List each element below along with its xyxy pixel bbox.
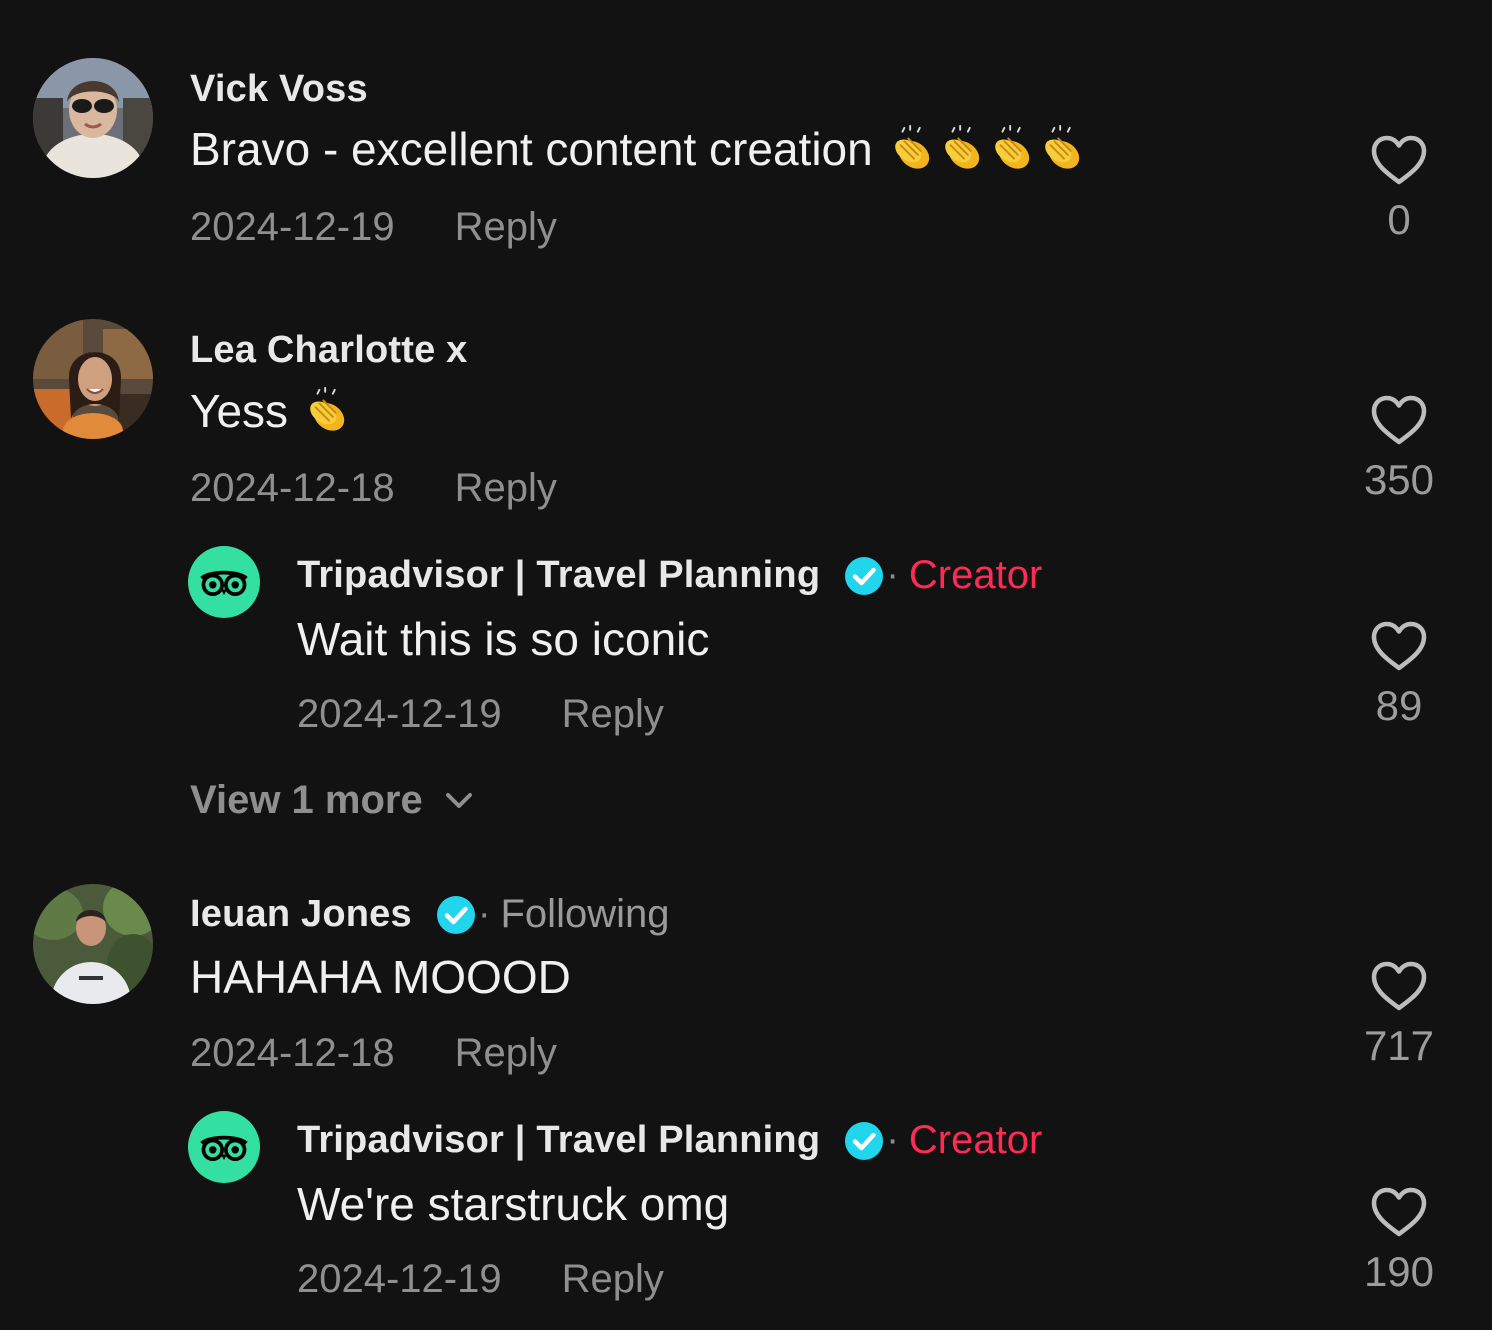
like-control: 350 [1340, 394, 1458, 504]
like-control: 0 [1340, 134, 1458, 244]
clapping-emoji-group [304, 387, 354, 435]
avatar[interactable] [33, 319, 153, 439]
reply-button[interactable]: Reply [455, 466, 557, 511]
heart-icon[interactable] [1370, 620, 1428, 672]
comment-text: Bravo - excellent content creation [190, 122, 1089, 176]
tripadvisor-owl-icon [196, 563, 252, 601]
chevron-down-icon [445, 792, 473, 810]
reply-button[interactable]: Reply [455, 1031, 557, 1076]
username[interactable]: Vick Voss [190, 68, 368, 111]
comment-text: We're starstruck omg [297, 1177, 729, 1231]
comment-body: Yess [190, 385, 289, 437]
username-row: Tripadvisor | Travel Planning · Creator [297, 553, 1042, 598]
view-more-replies-button[interactable]: View 1 more [190, 778, 473, 823]
comment-date: 2024-12-18 [190, 1031, 395, 1075]
heart-icon[interactable] [1370, 960, 1428, 1012]
like-count: 0 [1387, 196, 1411, 243]
comment-date: 2024-12-19 [297, 692, 502, 736]
reply-button[interactable]: Reply [455, 205, 557, 250]
clapping-hands-icon [889, 125, 939, 173]
comment-meta: 2024-12-19 Reply [297, 692, 664, 737]
username-row: Vick Voss [190, 68, 368, 111]
creator-label: Creator [908, 553, 1043, 597]
like-control: 190 [1340, 1186, 1458, 1296]
comment-meta: 2024-12-18 Reply [190, 1031, 557, 1076]
comment-meta: 2024-12-19 Reply [190, 205, 557, 250]
comment-text: Wait this is so iconic [297, 612, 709, 666]
heart-icon[interactable] [1370, 134, 1428, 186]
comment-body: Wait this is so iconic [297, 613, 710, 665]
avatar[interactable] [33, 58, 153, 178]
like-count: 89 [1375, 682, 1423, 729]
reply-button[interactable]: Reply [562, 1257, 664, 1302]
clapping-hands-icon [304, 387, 354, 435]
heart-icon[interactable] [1370, 394, 1428, 446]
username-row: Ieuan Jones · Following [190, 892, 669, 937]
tripadvisor-avatar[interactable] [188, 1111, 260, 1183]
separator-dot: · [886, 554, 899, 596]
username[interactable]: Lea Charlotte x [190, 329, 468, 372]
comment-body: HAHAHA MOOOD [190, 951, 571, 1003]
like-count: 350 [1363, 456, 1435, 503]
avatar[interactable] [33, 884, 153, 1004]
comment-text: HAHAHA MOOOD [190, 950, 571, 1004]
clapping-emoji-group [889, 125, 1089, 173]
view-more-label: View 1 more [190, 778, 423, 822]
like-control: 89 [1340, 620, 1458, 730]
clapping-hands-icon [939, 125, 989, 173]
clapping-hands-icon [989, 125, 1039, 173]
comment-meta: 2024-12-19 Reply [297, 1257, 664, 1302]
like-count: 717 [1363, 1022, 1435, 1069]
verified-badge-icon [844, 556, 884, 596]
username[interactable]: Ieuan Jones [190, 893, 412, 936]
comment-body: We're starstruck omg [297, 1178, 730, 1230]
like-count: 190 [1363, 1248, 1435, 1295]
like-control: 717 [1340, 960, 1458, 1070]
tripadvisor-avatar[interactable] [188, 546, 260, 618]
clapping-hands-icon [1039, 125, 1089, 173]
comment-text: Yess [190, 384, 354, 438]
comment-date: 2024-12-19 [297, 1257, 502, 1301]
separator-dot: · [477, 893, 491, 935]
following-label: Following [500, 892, 670, 936]
comment-date: 2024-12-18 [190, 466, 395, 510]
creator-label: Creator [908, 1118, 1043, 1162]
comment-body: Bravo - excellent content creation [190, 123, 873, 175]
username-row: Lea Charlotte x [190, 329, 468, 372]
comment-date: 2024-12-19 [190, 205, 395, 249]
verified-badge-icon [844, 1121, 884, 1161]
heart-icon[interactable] [1370, 1186, 1428, 1238]
username[interactable]: Tripadvisor | Travel Planning [297, 1119, 820, 1162]
reply-button[interactable]: Reply [562, 692, 664, 737]
comment-meta: 2024-12-18 Reply [190, 466, 557, 511]
username[interactable]: Tripadvisor | Travel Planning [297, 554, 820, 597]
separator-dot: · [886, 1119, 899, 1161]
verified-badge-icon [436, 895, 476, 935]
username-row: Tripadvisor | Travel Planning · Creator [297, 1118, 1042, 1163]
tripadvisor-owl-icon [196, 1128, 252, 1166]
